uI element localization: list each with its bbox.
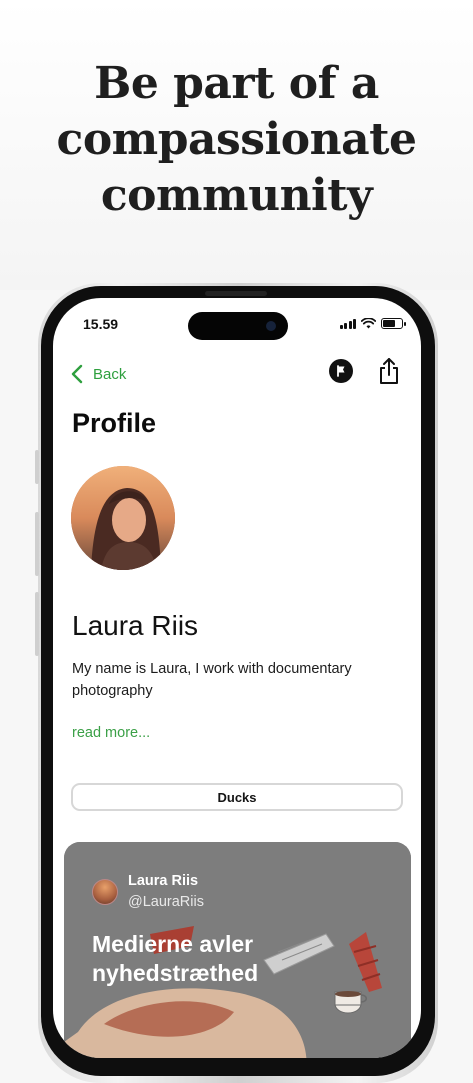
- hero-line-1: Be part of a: [94, 58, 379, 109]
- phone-side-button: [35, 450, 39, 484]
- phone-screen: 15.59 Back Profile Laura Riis My name is…: [53, 298, 421, 1058]
- front-camera-icon: [266, 321, 276, 331]
- read-more-link[interactable]: read more...: [72, 725, 150, 741]
- status-icons: [339, 318, 406, 329]
- post-author-handle: @LauraRiis: [128, 894, 204, 910]
- phone-speaker: [205, 291, 267, 296]
- page-title: Profile: [72, 408, 157, 438]
- hero-section: Be part of a compassionate community: [0, 0, 473, 290]
- dynamic-island: [188, 312, 288, 340]
- phone-volume-down-button: [35, 592, 39, 656]
- hero-line-3: community: [100, 170, 373, 221]
- post-title: Medierne avler nyhedstræthed: [92, 931, 259, 986]
- battery-icon: [381, 318, 406, 329]
- back-label: Back: [93, 365, 127, 383]
- tag-button[interactable]: Ducks: [71, 783, 403, 811]
- share-button[interactable]: [377, 356, 401, 386]
- chevron-left-icon: [71, 364, 83, 384]
- post-author-avatar: [92, 879, 118, 905]
- post-author-name: Laura Riis: [128, 873, 199, 889]
- profile-name: Laura Riis: [72, 610, 199, 641]
- hero-line-2: compassionate: [56, 114, 417, 165]
- avatar-portrait: [71, 466, 175, 570]
- flag-button[interactable]: [329, 359, 353, 383]
- phone-volume-up-button: [35, 512, 39, 576]
- hero-headline: Be part of a compassionate community: [0, 56, 473, 224]
- avatar: [71, 466, 175, 570]
- share-icon: [380, 358, 398, 384]
- cellular-signal-icon: [339, 319, 356, 329]
- profile-bio: My name is Laura, I work with documentar…: [72, 661, 352, 699]
- status-time: 15.59: [83, 316, 119, 332]
- post-card[interactable]: Laura Riis @LauraRiis Medierne avler nyh…: [64, 842, 411, 1058]
- back-button[interactable]: Back: [71, 364, 126, 384]
- wifi-icon: [361, 318, 376, 329]
- flag-icon: [337, 365, 345, 377]
